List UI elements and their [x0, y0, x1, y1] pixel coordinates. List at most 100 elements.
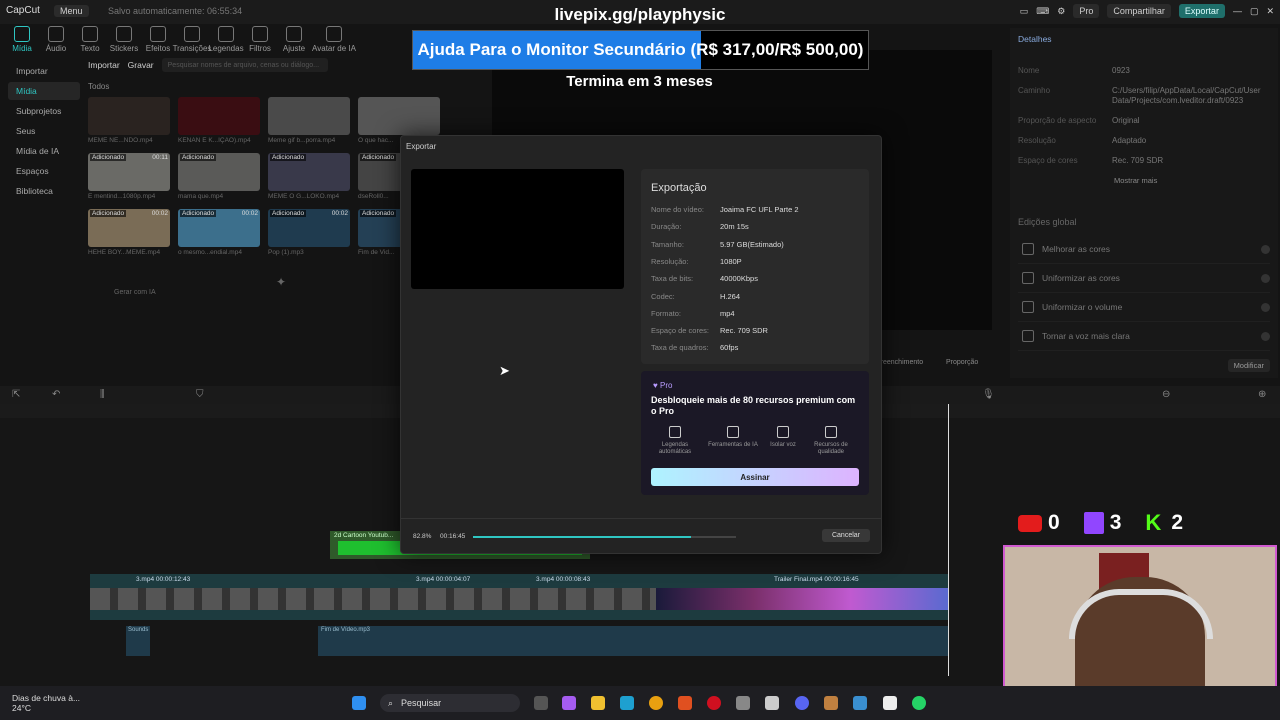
app-icon[interactable]	[853, 696, 867, 710]
media-item[interactable]: MEME NE...NDO.mp4	[88, 97, 170, 145]
nav-import[interactable]: Importar	[8, 62, 80, 80]
feature-ai-tools: Ferramentas de IA	[705, 426, 761, 449]
export-value: 1080P	[720, 256, 742, 266]
export-key: Taxa de bits:	[651, 274, 694, 284]
export-info-row: Taxa de bits: 40000Kbps	[651, 274, 758, 283]
export-preview	[411, 169, 624, 289]
duration-label: 00:02	[331, 210, 348, 217]
import-button[interactable]: Importar	[88, 60, 120, 70]
brave-icon[interactable]	[678, 696, 692, 710]
toggle-switch[interactable]	[1261, 273, 1270, 283]
notepad-icon[interactable]	[765, 696, 779, 710]
global-edit-item[interactable]: Uniformizar o volume	[1018, 293, 1270, 322]
media-item[interactable]: Adicionado 00:02 o mesmo...endial.mp4	[178, 209, 260, 257]
progress-percent: 82.8%	[413, 533, 432, 540]
detail-row: Caminho C:/Users/filip/AppData/Local/CapC…	[1018, 86, 1270, 116]
audio-clip-sounds[interactable]: Sounds	[126, 626, 150, 656]
nav-media[interactable]: Mídia	[8, 82, 80, 100]
weather-widget[interactable]: Dias de chuva à... 24°C	[12, 693, 80, 713]
headphones	[1069, 589, 1213, 639]
media-filename: Meme gif b...porra.mp4	[268, 137, 336, 144]
export-info-row: Taxa de quadros: 60fps	[651, 343, 738, 352]
export-value: Rec. 709 SDR	[720, 326, 768, 336]
media-thumbnail: Adicionado 00:02	[268, 209, 350, 247]
media-search-input[interactable]: Pesquisar nomes de arquivo, cenas ou diá…	[161, 58, 328, 72]
split-icon[interactable]: ⫼	[100, 389, 105, 400]
tool-transitions[interactable]: Transições	[173, 26, 211, 53]
adjust-icon	[286, 26, 302, 42]
global-edit-item[interactable]: Tornar a voz mais clara	[1018, 322, 1270, 351]
record-button[interactable]: Gravar	[128, 60, 154, 70]
media-item[interactable]: KENAN E K...IÇÃO).mp4	[178, 97, 260, 145]
tool-ai-avatar[interactable]: Avatar de IA	[312, 26, 356, 53]
filter-all[interactable]: Todos	[88, 82, 448, 91]
zoom-out-icon[interactable]: ⊖	[1162, 389, 1170, 400]
duration-label: 00:11	[152, 154, 168, 161]
chrome-icon[interactable]	[649, 696, 663, 710]
details-list: Nome 0923 Caminho C:/Users/filip/AppData/Lo…	[1010, 66, 1278, 176]
windows-start-icon[interactable]	[352, 696, 366, 710]
global-edit-item[interactable]: Melhorar as cores	[1018, 235, 1270, 264]
nav-subprojects[interactable]: Subprojetos	[8, 102, 80, 120]
media-panel: Importar Gravar Pesquisar nomes de arqui…	[88, 58, 448, 378]
media-thumbnail: Adicionado	[178, 153, 260, 191]
select-tool-icon[interactable]: ⇱	[12, 389, 20, 400]
whatsapp-icon[interactable]	[912, 696, 926, 710]
trailer-frames	[656, 588, 948, 610]
show-more-link[interactable]: Mostrar mais	[1114, 176, 1278, 185]
nav-spaces[interactable]: Espaços	[8, 162, 80, 180]
nav-ai-media[interactable]: Mídia de IA	[8, 142, 80, 160]
tool-text[interactable]: Texto	[74, 26, 106, 53]
copilot-icon[interactable]	[562, 696, 576, 710]
nav-library[interactable]: Biblioteca	[8, 182, 80, 200]
opera-icon[interactable]	[707, 696, 721, 710]
cancel-button[interactable]: Cancelar	[822, 529, 870, 542]
audio-clip-end[interactable]: Fim de Vídeo.mp3	[318, 626, 948, 656]
taskbar: Dias de chuva à... 24°C ⌕ Pesquisar	[0, 686, 1280, 720]
export-key: Taxa de quadros:	[651, 343, 709, 353]
discord-icon[interactable]	[795, 696, 809, 710]
tool-media[interactable]: Mídia	[6, 26, 38, 53]
media-item[interactable]: Adicionado 00:02 Pop (1).mp3	[268, 209, 350, 257]
nav-yours[interactable]: Seus	[8, 122, 80, 140]
shield-icon[interactable]: ⛉	[196, 389, 204, 400]
global-edit-item[interactable]: Uniformizar as cores	[1018, 264, 1270, 293]
media-item[interactable]: Adicionado MEME O G...LOKO.mp4	[268, 153, 350, 201]
enhance-icon	[1022, 243, 1034, 255]
fill-button[interactable]: Preenchimento	[876, 359, 923, 366]
store-icon[interactable]	[736, 696, 750, 710]
media-item[interactable]: Adicionado 00:02 HEHE BOY...MEME.mp4	[88, 209, 170, 257]
ratio-button[interactable]: Proporção	[946, 359, 978, 366]
file-explorer-icon[interactable]	[591, 696, 605, 710]
tool-adjust[interactable]: Ajuste	[278, 26, 310, 53]
subscribe-button[interactable]: Assinar	[651, 468, 859, 486]
zoom-in-icon[interactable]: ⊕	[1258, 389, 1266, 400]
tool-stickers[interactable]: Stickers	[108, 26, 140, 53]
tool-captions[interactable]: Legendas	[208, 26, 244, 53]
main-toolbar: Mídia Áudio Texto Stickers Efeitos Trans…	[6, 26, 356, 53]
undo-icon[interactable]: ↶	[52, 389, 60, 400]
toggle-switch[interactable]	[1261, 331, 1270, 341]
media-item[interactable]: Meme gif b...porra.mp4	[268, 97, 350, 145]
task-view-icon[interactable]	[534, 696, 548, 710]
twitch-icon	[1083, 512, 1104, 534]
app-icon[interactable]	[824, 696, 838, 710]
media-item[interactable]: Adicionado 00:11 E mentind...1080p.mp4	[88, 153, 170, 201]
toggle-switch[interactable]	[1261, 244, 1270, 254]
media-item[interactable]: Adicionado mama que.mp4	[178, 153, 260, 201]
capcut-icon[interactable]	[883, 696, 897, 710]
tool-effects[interactable]: Efeitos	[142, 26, 174, 53]
playhead[interactable]	[948, 404, 949, 676]
clip-label: 3.mp4 00:00:08:43	[536, 575, 591, 583]
pro-description: Desbloqueie mais de 80 recursos premium …	[651, 395, 856, 416]
duration-label: 00:02	[241, 210, 258, 217]
tool-filters[interactable]: Filtros	[244, 26, 276, 53]
edge-icon[interactable]	[620, 696, 634, 710]
toggle-switch[interactable]	[1261, 302, 1270, 312]
taskbar-search[interactable]: ⌕ Pesquisar	[380, 694, 520, 712]
added-badge: Adicionado	[90, 210, 127, 217]
tool-audio[interactable]: Áudio	[40, 26, 72, 53]
microphone-icon[interactable]: 🎙	[982, 389, 995, 400]
modify-button[interactable]: Modificar	[1227, 359, 1270, 372]
generate-ai-button[interactable]: ✦ Gerar com IA	[114, 275, 448, 296]
